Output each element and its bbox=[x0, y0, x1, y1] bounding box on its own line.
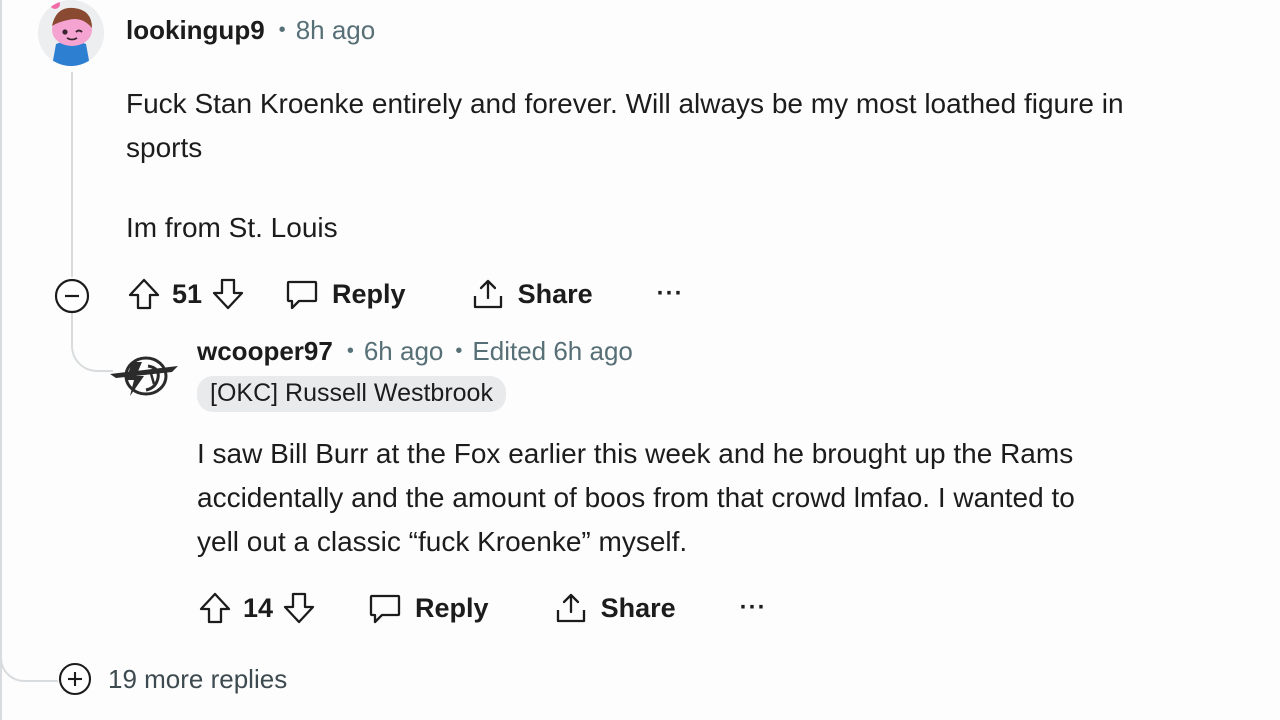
separator-dot: • bbox=[278, 19, 286, 41]
user-flair: [OKC] Russell Westbrook bbox=[197, 376, 506, 412]
vote-count: 51 bbox=[172, 278, 203, 309]
collapse-button[interactable] bbox=[54, 278, 90, 314]
arrow-down-icon[interactable] bbox=[281, 590, 317, 626]
comment-action-bar: 51 Reply Share ··· bbox=[126, 276, 684, 312]
avatar[interactable] bbox=[38, 0, 104, 66]
comment-body-line: sports bbox=[126, 132, 203, 163]
more-options-button[interactable]: ··· bbox=[657, 280, 684, 308]
timestamp[interactable]: 6h ago bbox=[364, 336, 444, 367]
reply-header: wcooper97 • 6h ago • Edited 6h ago bbox=[197, 336, 633, 367]
username[interactable]: lookingup9 bbox=[126, 15, 265, 46]
comment-thread: lookingup9 • 8h ago Fuck Stan Kroenke en… bbox=[0, 0, 1280, 720]
vote-count: 14 bbox=[243, 592, 274, 623]
speech-bubble-icon bbox=[286, 280, 318, 310]
okc-thunder-logo-icon bbox=[110, 356, 178, 396]
reply-body-line: yell out a classic “fuck Kroenke” myself… bbox=[197, 526, 688, 557]
arrow-up-icon[interactable] bbox=[197, 590, 233, 626]
more-replies-button[interactable]: 19 more replies bbox=[58, 662, 287, 696]
reply-label: Reply bbox=[415, 592, 489, 623]
vote-group: 14 bbox=[197, 590, 317, 626]
timestamp[interactable]: 8h ago bbox=[296, 15, 376, 46]
arrow-up-icon[interactable] bbox=[126, 276, 162, 312]
username[interactable]: wcooper97 bbox=[197, 336, 333, 367]
share-label: Share bbox=[600, 592, 676, 623]
comment-body: Fuck Stan Kroenke entirely and forever. … bbox=[126, 82, 1124, 250]
thread-line-outer bbox=[0, 0, 2, 720]
comment-body-line: Im from St. Louis bbox=[126, 212, 338, 243]
reply-button[interactable]: Reply bbox=[284, 276, 406, 312]
separator-dot: • bbox=[455, 340, 463, 362]
reply-action-bar: 14 Reply Share ··· bbox=[197, 590, 767, 626]
speech-bubble-icon bbox=[369, 594, 401, 624]
share-icon bbox=[556, 593, 585, 623]
team-logo-avatar[interactable] bbox=[108, 352, 180, 400]
thread-line-hook-bottom bbox=[0, 640, 58, 682]
share-button[interactable]: Share bbox=[553, 590, 676, 626]
separator-dot: • bbox=[346, 340, 354, 362]
reply-body: I saw Bill Burr at the Fox earlier this … bbox=[197, 432, 1075, 564]
reply-button[interactable]: Reply bbox=[367, 590, 489, 626]
comment-body-line: Fuck Stan Kroenke entirely and forever. … bbox=[126, 88, 1124, 119]
share-label: Share bbox=[517, 278, 593, 309]
reply-body-line: accidentally and the amount of boos from… bbox=[197, 482, 1075, 513]
reply-body-line: I saw Bill Burr at the Fox earlier this … bbox=[197, 438, 1074, 469]
plus-circle-icon bbox=[58, 662, 92, 696]
vote-group: 51 bbox=[126, 276, 246, 312]
reply-label: Reply bbox=[332, 278, 406, 309]
edited-label: Edited 6h ago bbox=[472, 336, 633, 366]
comment-header: lookingup9 • 8h ago bbox=[126, 15, 375, 46]
share-icon bbox=[473, 279, 502, 309]
more-replies-label: 19 more replies bbox=[108, 663, 288, 694]
minus-circle-icon bbox=[54, 278, 90, 314]
thread-line-inner[interactable] bbox=[71, 72, 73, 277]
share-button[interactable]: Share bbox=[470, 276, 593, 312]
snoo-avatar-icon bbox=[38, 0, 104, 66]
thread-line-hook-reply bbox=[71, 312, 113, 372]
arrow-down-icon[interactable] bbox=[210, 276, 246, 312]
more-options-button[interactable]: ··· bbox=[740, 594, 767, 622]
